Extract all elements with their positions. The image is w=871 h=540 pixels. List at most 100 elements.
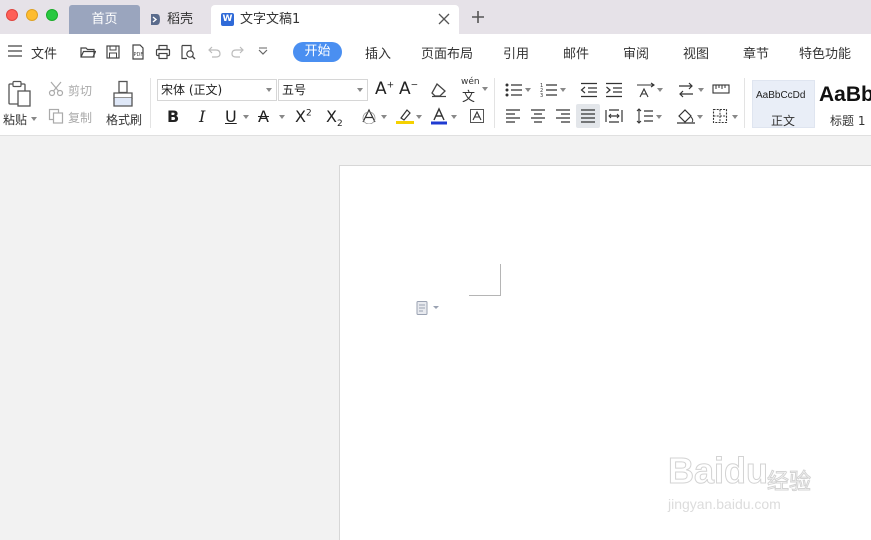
chevron-down-icon (266, 88, 272, 92)
shrink-font-button[interactable]: A− (399, 79, 418, 99)
highlight-icon[interactable] (396, 107, 414, 125)
copy-label[interactable]: 复制 (68, 109, 92, 126)
text-direction-icon[interactable] (636, 82, 656, 98)
justify-icon (581, 109, 595, 123)
grow-font-glyph: A (375, 79, 387, 99)
borders-icon[interactable] (712, 108, 728, 124)
print-icon[interactable] (155, 44, 171, 60)
watermark-brand: Baidu (667, 450, 769, 492)
tab-document-label: 文字文稿1 (240, 12, 301, 27)
menu-mail[interactable]: 邮件 (563, 43, 589, 62)
show-ruler-icon[interactable] (712, 82, 730, 96)
undo-icon[interactable] (206, 44, 222, 60)
align-center-icon[interactable] (530, 109, 546, 123)
decrease-indent-icon[interactable] (580, 82, 598, 98)
bullet-list-dropdown-icon[interactable] (525, 88, 531, 92)
superscript-button[interactable]: X2 (295, 107, 312, 126)
tab-home[interactable]: 首页 (69, 5, 140, 34)
text-direction-dropdown-icon[interactable] (657, 88, 663, 92)
bold-button[interactable]: B (167, 107, 179, 126)
close-window-button[interactable] (6, 9, 18, 21)
numbered-list-dropdown-icon[interactable] (560, 88, 566, 92)
copy-icon[interactable] (48, 108, 64, 124)
font-name-select[interactable]: 宋体 (正文) (157, 79, 277, 101)
paste-icon[interactable] (7, 80, 33, 108)
style-normal[interactable]: AaBbCcDd 正文 (752, 80, 815, 128)
align-right-icon[interactable] (555, 109, 571, 123)
text-effect-dropdown-icon[interactable] (381, 115, 387, 119)
watermark-url: jingyan.baidu.com (668, 496, 781, 512)
strikethrough-dropdown-icon[interactable] (279, 115, 285, 119)
menu-review[interactable]: 审阅 (623, 43, 649, 62)
hamburger-icon[interactable] (8, 45, 22, 57)
line-spacing-dropdown-icon[interactable] (656, 115, 662, 119)
distributed-align-icon[interactable] (605, 109, 623, 123)
save-icon[interactable] (105, 44, 121, 60)
menu-page-layout[interactable]: 页面布局 (421, 43, 473, 62)
format-painter-icon[interactable] (111, 80, 135, 108)
sort-dropdown-icon[interactable] (698, 88, 704, 92)
increase-indent-icon[interactable] (605, 82, 623, 98)
borders-dropdown-icon[interactable] (732, 115, 738, 119)
menu-references[interactable]: 引用 (503, 43, 529, 62)
tab-home-label: 首页 (91, 12, 118, 27)
underline-button[interactable]: U (225, 107, 237, 126)
shading-dropdown-icon[interactable] (697, 115, 703, 119)
font-color-icon[interactable] (431, 107, 447, 125)
ribbon-toolbar: 粘贴 剪切 复制 格式刷 宋体 (正文) 五号 A+ A− wén 文 B I … (0, 70, 871, 136)
strikethrough-button[interactable]: A (258, 107, 269, 126)
align-left-icon[interactable] (505, 109, 521, 123)
italic-button[interactable]: I (199, 107, 205, 126)
subscript-button[interactable]: X2 (326, 107, 343, 129)
superscript-base: X (295, 107, 306, 126)
style-heading-1-preview: AaBb (819, 83, 871, 106)
clear-format-icon[interactable] (430, 82, 448, 98)
sort-icon[interactable] (676, 82, 696, 98)
minimize-window-button[interactable] (26, 9, 38, 21)
style-heading-1-name: 标题 1 (830, 114, 866, 128)
maximize-window-button[interactable] (46, 9, 58, 21)
print-preview-icon[interactable] (180, 44, 196, 60)
page-margin-corner-mark (469, 264, 501, 296)
grow-font-button[interactable]: A+ (375, 79, 394, 99)
style-normal-name: 正文 (771, 114, 796, 128)
shading-icon[interactable] (676, 108, 696, 124)
style-heading-1[interactable]: AaBb 标题 1 (816, 80, 871, 128)
menu-insert[interactable]: 插入 (365, 43, 391, 62)
svg-text:PDF: PDF (134, 52, 144, 58)
redo-icon[interactable] (230, 44, 246, 60)
menu-view[interactable]: 视图 (683, 43, 709, 62)
format-painter-label[interactable]: 格式刷 (106, 111, 142, 128)
open-folder-icon[interactable] (80, 44, 96, 60)
pinyin-guide-icon[interactable]: 文 (462, 86, 475, 105)
new-tab-icon[interactable] (470, 9, 486, 25)
export-pdf-icon[interactable]: PDF (130, 44, 146, 60)
numbered-list-icon[interactable]: 1 2 3 (540, 82, 558, 98)
pinyin-dropdown-icon[interactable] (482, 87, 488, 91)
paste-options-icon[interactable] (416, 300, 442, 316)
menu-file[interactable]: 文件 (31, 43, 57, 62)
cut-label[interactable]: 剪切 (68, 82, 92, 99)
character-border-icon[interactable] (469, 108, 485, 124)
font-size-select[interactable]: 五号 (278, 79, 368, 101)
chevron-down-icon (357, 88, 363, 92)
menu-home-tab[interactable]: 开始 (293, 42, 342, 62)
paste-label[interactable]: 粘贴 (3, 111, 27, 128)
tab-daoke[interactable]: 稻壳 (142, 5, 208, 34)
underline-dropdown-icon[interactable] (243, 115, 249, 119)
menu-section[interactable]: 章节 (743, 43, 769, 62)
text-effect-icon[interactable] (361, 108, 377, 124)
justify-button[interactable] (576, 104, 600, 128)
font-color-dropdown-icon[interactable] (451, 115, 457, 119)
close-tab-icon[interactable] (437, 12, 451, 26)
customize-quickbar-icon[interactable] (255, 44, 271, 60)
menu-special-features[interactable]: 特色功能 (799, 43, 851, 62)
font-name-value: 宋体 (正文) (161, 83, 223, 97)
bullet-list-icon[interactable] (505, 82, 523, 98)
tab-document[interactable]: W 文字文稿1 (211, 5, 459, 34)
paste-dropdown-icon[interactable] (31, 117, 37, 121)
writer-doc-icon: W (221, 13, 234, 26)
highlight-dropdown-icon[interactable] (416, 115, 422, 119)
line-spacing-icon[interactable] (636, 108, 654, 124)
cut-icon[interactable] (48, 81, 64, 97)
